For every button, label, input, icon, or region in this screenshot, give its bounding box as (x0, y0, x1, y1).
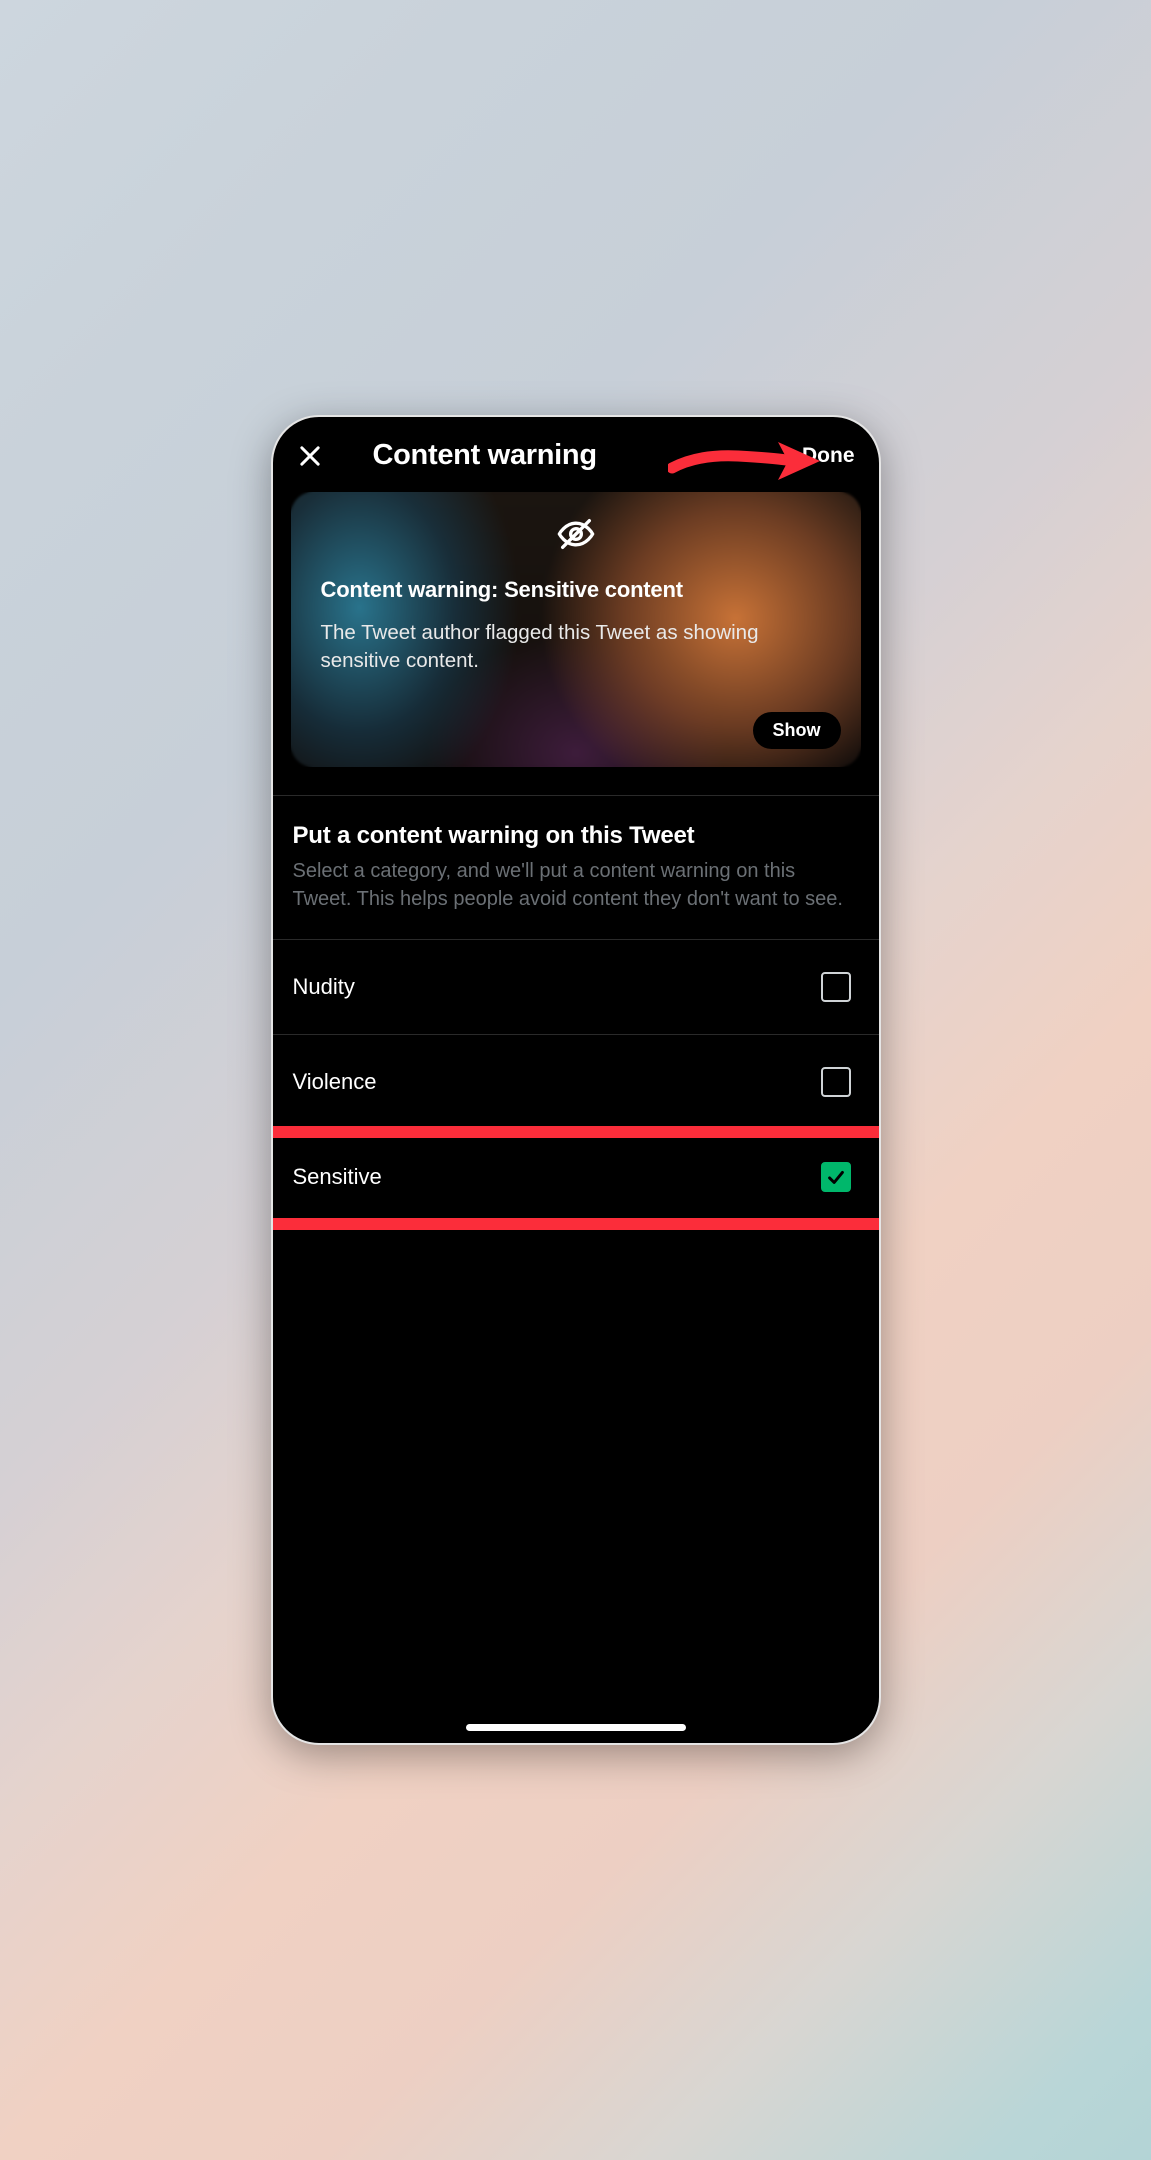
close-icon[interactable] (295, 441, 325, 471)
option-violence[interactable]: Violence (273, 1034, 879, 1129)
section-description: Select a category, and we'll put a conte… (293, 858, 859, 913)
section-heading: Put a content warning on this Tweet Sele… (273, 795, 879, 935)
content-warning-preview: Content warning: Sensitive content The T… (291, 492, 861, 767)
options-list: Nudity Violence Sensitive (273, 939, 879, 1224)
option-label: Nudity (293, 974, 355, 1000)
show-button[interactable]: Show (753, 712, 841, 749)
section-title: Put a content warning on this Tweet (293, 822, 859, 850)
option-label: Sensitive (293, 1164, 382, 1190)
checkbox-sensitive[interactable] (821, 1162, 851, 1192)
hidden-eye-icon (556, 514, 596, 559)
option-nudity[interactable]: Nudity (273, 939, 879, 1034)
checkbox-nudity[interactable] (821, 972, 851, 1002)
phone-frame: Content warning Done Content warning: Se… (271, 415, 881, 1745)
header-bar: Content warning Done (273, 417, 879, 484)
preview-title: Content warning: Sensitive content (321, 577, 831, 603)
option-sensitive[interactable]: Sensitive (273, 1129, 879, 1224)
home-indicator (466, 1724, 686, 1731)
page-title: Content warning (373, 439, 597, 472)
option-label: Violence (293, 1069, 377, 1095)
done-button[interactable]: Done (802, 444, 857, 468)
checkbox-violence[interactable] (821, 1067, 851, 1097)
preview-description: The Tweet author flagged this Tweet as s… (321, 619, 831, 674)
